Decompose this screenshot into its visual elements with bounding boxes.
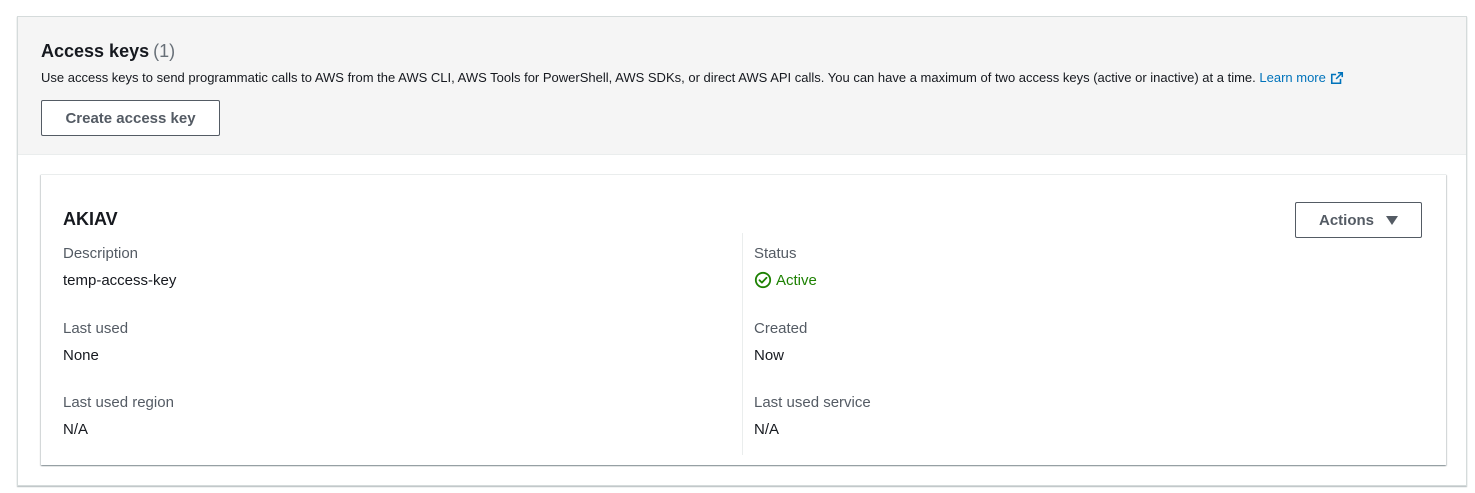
- access-keys-header: Access keys (1) Use access keys to send p…: [18, 17, 1466, 155]
- key-count: (1): [153, 41, 176, 61]
- last-used-value: None: [63, 347, 99, 364]
- last-used-service-label: Last used service: [754, 394, 871, 411]
- external-link-icon: [1330, 71, 1343, 85]
- access-keys-panel: Access keys (1) Use access keys to send p…: [17, 16, 1467, 486]
- created-label: Created: [754, 320, 808, 337]
- description-label: Description: [63, 245, 139, 262]
- access-key-id: AKIAV: [63, 209, 118, 229]
- last-used-region-value: N/A: [63, 421, 89, 438]
- caret-down-icon: [1386, 215, 1398, 225]
- column-divider: [742, 233, 743, 455]
- header-description: Use access keys to send programmatic cal…: [41, 70, 1344, 85]
- last-used-service-value: N/A: [754, 421, 780, 438]
- learn-more-label: Learn more: [1259, 70, 1326, 85]
- actions-dropdown-button[interactable]: Actions: [1295, 202, 1422, 238]
- access-key-card: AKIAV Actions Description temp-access-ke…: [41, 174, 1446, 465]
- create-access-key-button[interactable]: Create access key: [41, 100, 220, 136]
- actions-label: Actions: [1318, 211, 1374, 229]
- check-circle-icon: [754, 271, 772, 289]
- status-label: Status: [754, 245, 797, 262]
- status-value: Active: [776, 271, 817, 289]
- created-value: Now: [754, 347, 785, 364]
- last-used-label: Last used: [63, 320, 129, 337]
- status-badge: Active: [754, 271, 817, 289]
- create-access-key-label: Create access key: [65, 109, 196, 127]
- title-text: Access keys: [41, 41, 150, 61]
- learn-more-link[interactable]: Learn more: [1259, 70, 1343, 85]
- description-text: Use access keys to send programmatic cal…: [41, 70, 1256, 85]
- page-title: Access keys (1): [41, 41, 175, 62]
- last-used-region-label: Last used region: [63, 394, 174, 411]
- description-value: temp-access-key: [63, 272, 177, 289]
